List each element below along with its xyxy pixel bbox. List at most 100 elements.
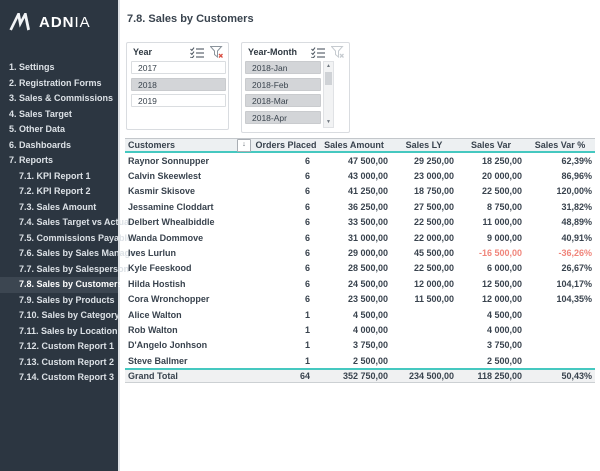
sidebar-item[interactable]: 7.8. Sales by Customers [0,277,118,293]
cell-orders: 6 [255,156,317,166]
sidebar-item[interactable]: 7.14. Custom Report 3 [0,370,118,386]
cell-sales-var-pct: 120,00% [525,186,595,196]
cell-customer: D'Angelo Jonhson [125,340,255,350]
cell-orders: 6 [255,263,317,273]
cell-sales-var-pct: 31,82% [525,202,595,212]
cell-customer: Kyle Feeskood [125,263,255,273]
column-header-sales-var: Sales Var [457,140,525,150]
scrollbar-thumb[interactable] [325,72,332,85]
table-row: Delbert Whealbiddle 6 33 500,00 22 500,0… [125,215,595,230]
cell-sales-amount: 4 000,00 [317,325,391,335]
sidebar-item[interactable]: 7.10. Sales by Category [0,308,118,324]
cell-customer: Jessamine Cloddart [125,202,255,212]
sidebar-item[interactable]: 7.5. Commissions Payable [0,231,118,247]
total-label: Grand Total [125,371,255,381]
column-header-sales-ly: Sales LY [391,140,457,150]
cell-sales-var-pct: 86,96% [525,171,595,181]
sidebar-item[interactable]: 7.12. Custom Report 1 [0,339,118,355]
slicer-item[interactable]: 2018 [131,78,226,91]
slicer-item[interactable]: 2017 [131,61,226,74]
cell-sales-var-pct: 26,67% [525,263,595,273]
table-row: Ives Lurlun 6 29 000,00 45 500,00 -16 50… [125,245,595,260]
cell-orders: 6 [255,294,317,304]
cell-orders: 1 [255,310,317,320]
sidebar-item[interactable]: 7.13. Custom Report 2 [0,355,118,371]
sidebar-item[interactable]: 7.7. Sales by Salesperson [0,262,118,278]
total-sales-amount: 352 750,00 [317,371,391,381]
cell-sales-var: 20 000,00 [457,171,525,181]
cell-sales-amount: 41 250,00 [317,186,391,196]
table-row: Kyle Feeskood 6 28 500,00 22 500,00 6 00… [125,261,595,276]
year-month-slicer-header: Year-Month [242,43,349,61]
table-row: Hilda Hostish 6 24 500,00 12 000,00 12 5… [125,276,595,291]
sidebar-item[interactable]: 7.4. Sales Target vs Actual [0,215,118,231]
sidebar-item[interactable]: 4. Sales Target [0,107,118,123]
clear-filter-icon-disabled[interactable] [331,46,344,58]
slicer-item[interactable]: 2019 [131,94,226,107]
cell-orders: 6 [255,279,317,289]
page-title: 7.8. Sales by Customers [127,13,254,25]
year-slicer-title: Year [133,47,190,57]
sidebar-item[interactable]: 6. Dashboards [0,138,118,154]
sidebar-item[interactable]: 2. Registration Forms [0,76,118,92]
cell-customer: Hilda Hostish [125,279,255,289]
total-sales-var-pct: 50,43% [525,371,595,381]
scroll-up-arrow[interactable]: ▲ [324,62,333,71]
table-row: Rob Walton 1 4 000,00 4 000,00 [125,322,595,337]
adnia-logo-icon [9,13,33,31]
cell-sales-amount: 4 500,00 [317,310,391,320]
cell-orders: 6 [255,248,317,258]
scroll-down-arrow[interactable]: ▼ [324,118,333,127]
sidebar-item[interactable]: 5. Other Data [0,122,118,138]
multi-select-icon[interactable] [190,47,204,58]
sidebar-item[interactable]: 7. Reports [0,153,118,169]
column-header-sales-var-pct: Sales Var % [525,140,595,150]
cell-sales-ly: 22 000,00 [391,233,457,243]
sidebar-item[interactable]: 7.1. KPI Report 1 [0,169,118,185]
cell-sales-amount: 23 500,00 [317,294,391,304]
table-row: Kasmir Skisove 6 41 250,00 18 750,00 22 … [125,184,595,199]
cell-orders: 6 [255,202,317,212]
sidebar-item[interactable]: 7.9. Sales by Products [0,293,118,309]
cell-sales-amount: 43 000,00 [317,171,391,181]
slicer-scrollbar[interactable]: ▲ ▼ [323,61,334,128]
multi-select-icon[interactable] [311,47,325,58]
cell-sales-amount: 33 500,00 [317,217,391,227]
total-sales-ly: 234 500,00 [391,371,457,381]
cell-orders: 1 [255,340,317,350]
slicer-item[interactable]: 2018-Mar [245,94,321,107]
total-sales-var: 118 250,00 [457,371,525,381]
cell-sales-amount: 24 500,00 [317,279,391,289]
cell-sales-var-pct: 104,35% [525,294,595,304]
slicer-item[interactable]: 2018-Jan [245,61,321,74]
cell-customer: Alice Walton [125,310,255,320]
sidebar-menu: 1. Settings 2. Registration Forms 3. Sal… [0,60,118,386]
sidebar-item[interactable]: 7.11. Sales by Location [0,324,118,340]
cell-sales-amount: 47 500,00 [317,156,391,166]
sidebar-item[interactable]: 7.6. Sales by Sales Manager [0,246,118,262]
cell-customer: Steve Ballmer [125,356,255,366]
cell-sales-var-pct: 62,39% [525,156,595,166]
sidebar-item[interactable]: 3. Sales & Commissions [0,91,118,107]
cell-sales-var-pct: -36,26% [525,248,595,258]
slicer-item[interactable]: 2018-Apr [245,111,321,124]
cell-sales-ly: 18 750,00 [391,186,457,196]
grand-total-row: Grand Total 64 352 750,00 234 500,00 118… [125,368,595,383]
sidebar-item[interactable]: 7.2. KPI Report 2 [0,184,118,200]
table-row: Steve Ballmer 1 2 500,00 2 500,00 [125,353,595,368]
cell-sales-var-pct: 40,91% [525,233,595,243]
table-row: Raynor Sonnupper 6 47 500,00 29 250,00 1… [125,153,595,168]
sidebar-item[interactable]: 1. Settings [0,60,118,76]
sort-filter-button[interactable]: ↓ [237,139,251,152]
slicer-item[interactable]: 2018-Feb [245,78,321,91]
cell-sales-var: 4 000,00 [457,325,525,335]
column-header-sales-amount: Sales Amount [317,140,391,150]
cell-customer: Kasmir Skisove [125,186,255,196]
table-row: D'Angelo Jonhson 1 3 750,00 3 750,00 [125,338,595,353]
clear-filter-icon[interactable] [210,46,223,58]
table-row: Calvin Skeewlest 6 43 000,00 23 000,00 2… [125,168,595,183]
sidebar-item[interactable]: 7.3. Sales Amount [0,200,118,216]
brand-logo: ADNIA [0,0,118,31]
sidebar: ADNIA 1. Settings 2. Registration Forms … [0,0,120,471]
cell-sales-ly: 12 000,00 [391,279,457,289]
